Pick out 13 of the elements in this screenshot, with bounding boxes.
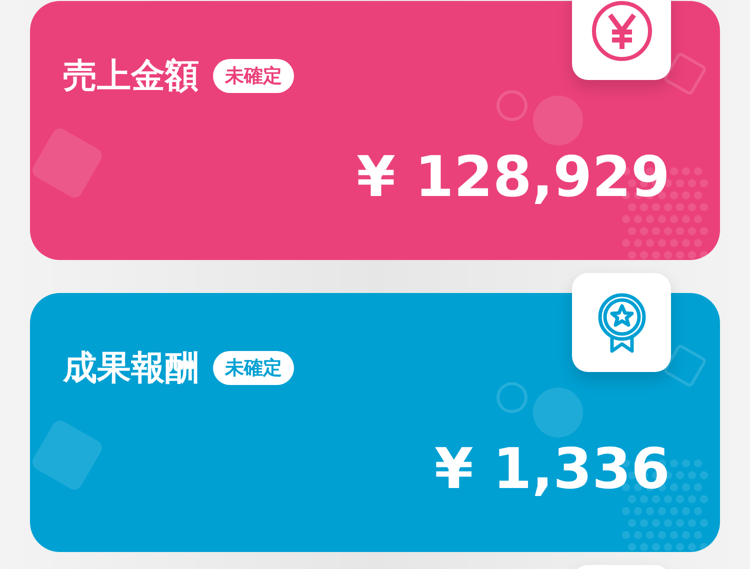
circle-shape	[533, 388, 583, 438]
amount-value: ¥ 1,336	[434, 442, 670, 498]
amount-value: ¥ 128,929	[356, 150, 670, 206]
circle-shape	[533, 96, 583, 146]
ring-shape	[496, 382, 528, 414]
square-outline-shape	[663, 344, 707, 388]
square-outline-shape	[663, 52, 707, 96]
card-title: 成果報酬	[63, 347, 199, 390]
ring-shape	[496, 90, 528, 122]
yen-icon	[590, 0, 654, 62]
status-badge: 未確定	[213, 59, 294, 93]
status-badge: 未確定	[213, 351, 294, 385]
card-title: 売上金額	[63, 55, 199, 98]
